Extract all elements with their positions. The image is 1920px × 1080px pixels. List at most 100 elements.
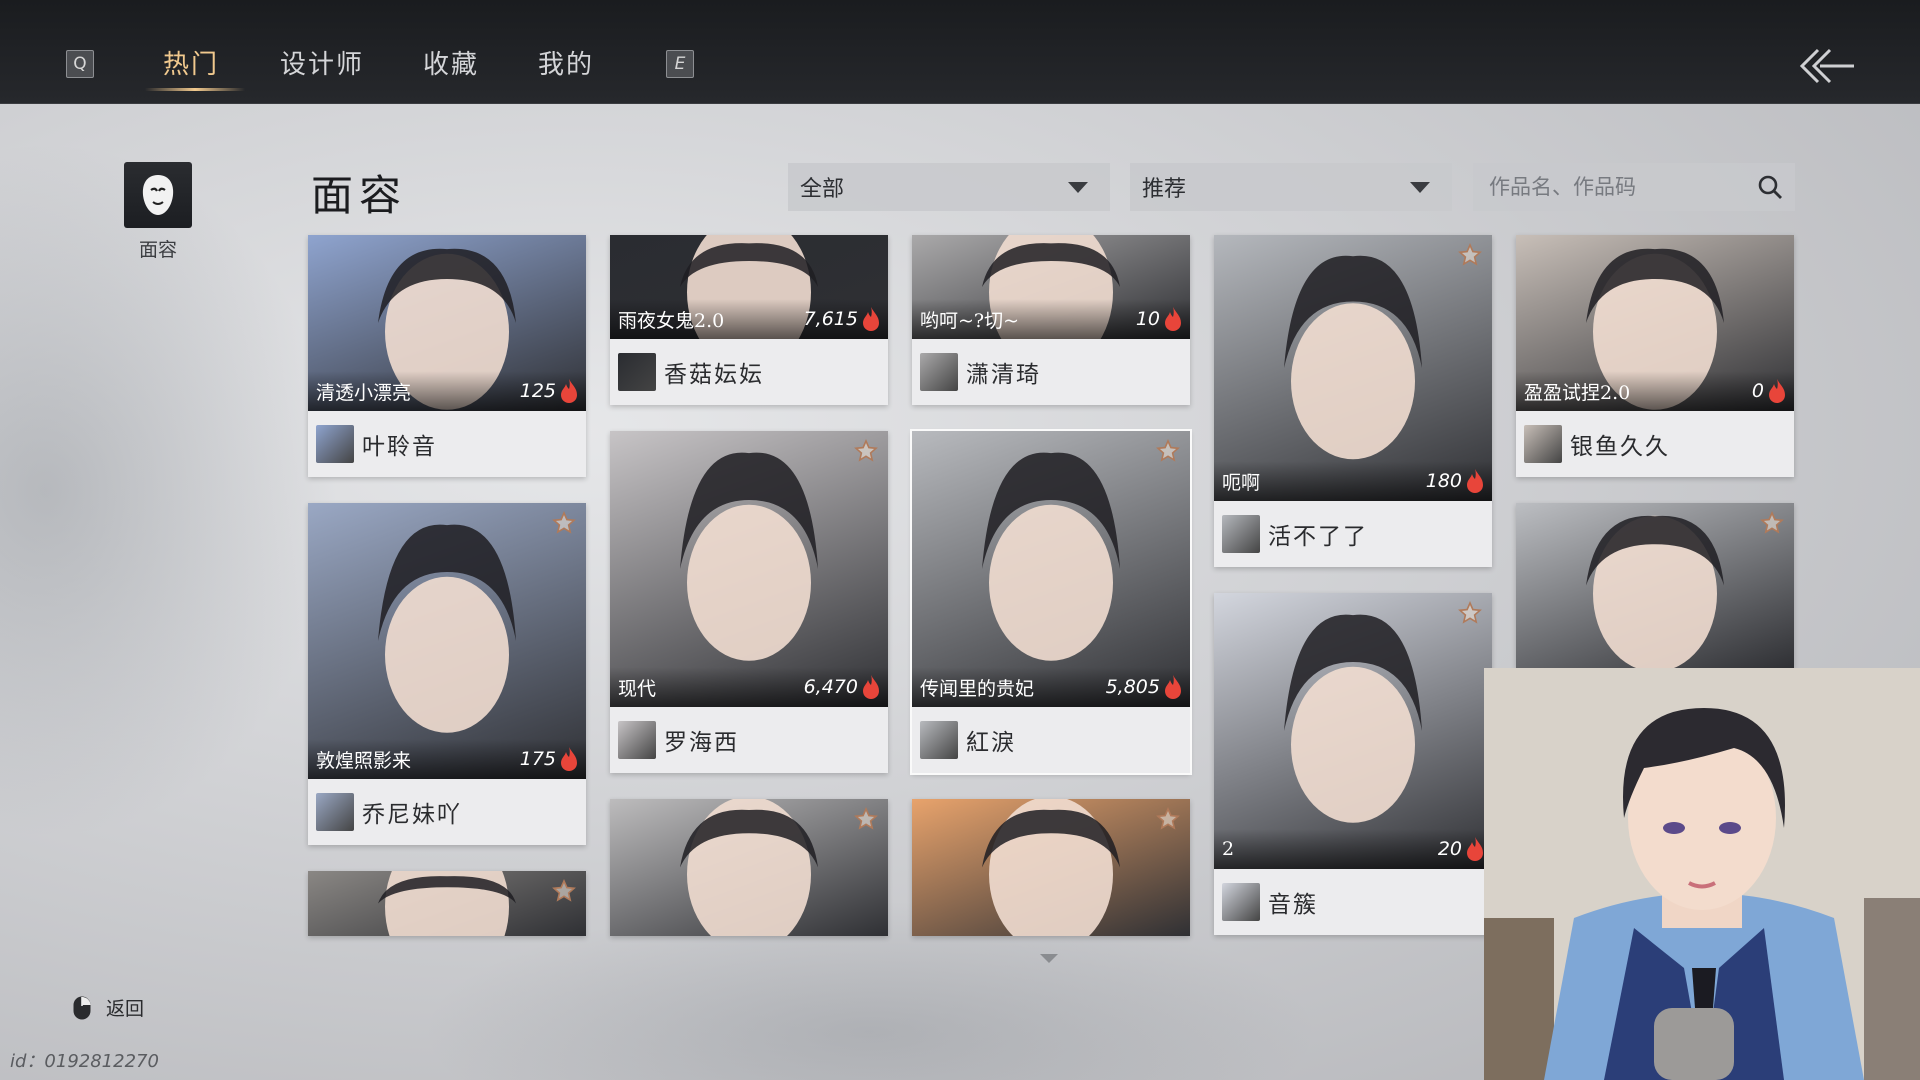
page-title: 面容 bbox=[311, 171, 408, 220]
back-arrow-icon[interactable] bbox=[1796, 44, 1856, 88]
popularity-count: 0 bbox=[1751, 380, 1764, 402]
designer-row[interactable]: 潇清琦 bbox=[912, 339, 1190, 405]
work-name: 呃啊 bbox=[1222, 471, 1261, 494]
designer-avatar[interactable] bbox=[1524, 425, 1562, 463]
back-hint[interactable]: 返回 bbox=[72, 994, 144, 1021]
work-thumbnail: 哟呵~?切~ 10 bbox=[912, 235, 1190, 339]
favorite-star-icon[interactable] bbox=[552, 879, 576, 903]
flame-icon bbox=[1165, 307, 1181, 331]
work-card[interactable]: 传闻里的贵妃 5,805 紅淚 bbox=[910, 429, 1192, 775]
flame-icon bbox=[1467, 837, 1483, 861]
tab-hot[interactable]: 热门 bbox=[163, 44, 219, 81]
flame-icon bbox=[863, 675, 879, 699]
popularity-count: 7,615 bbox=[803, 308, 858, 330]
designer-row[interactable]: 香菇妘妘 bbox=[610, 339, 888, 405]
work-card[interactable]: 呃啊 180 活不了了 bbox=[1214, 235, 1492, 567]
work-card[interactable]: 盈盈试捏2.0 0 银鱼久久 bbox=[1516, 235, 1794, 477]
work-info-overlay: 盈盈试捏2.0 0 bbox=[1516, 371, 1794, 411]
work-info-overlay: 敦煌照影来 175 bbox=[308, 739, 586, 779]
chevron-down-icon bbox=[1410, 182, 1430, 193]
work-card[interactable] bbox=[912, 799, 1190, 936]
work-card[interactable] bbox=[610, 799, 888, 936]
tab-favorites[interactable]: 收藏 bbox=[423, 44, 479, 81]
work-card[interactable] bbox=[1516, 503, 1794, 668]
designer-name: 紅淚 bbox=[966, 730, 1016, 756]
work-thumbnail bbox=[308, 871, 586, 936]
designer-avatar[interactable] bbox=[618, 353, 656, 391]
active-tab-underline bbox=[145, 88, 245, 91]
favorite-star-icon[interactable] bbox=[854, 807, 878, 831]
work-name: 传闻里的贵妃 bbox=[920, 677, 1035, 700]
tab-designers[interactable]: 设计师 bbox=[280, 44, 364, 81]
mouse-icon bbox=[73, 996, 91, 1019]
work-info-overlay: 哟呵~?切~ 10 bbox=[912, 299, 1190, 339]
flame-icon bbox=[1165, 675, 1181, 699]
work-name: 雨夜女鬼2.0 bbox=[618, 309, 725, 332]
work-card[interactable]: 哟呵~?切~ 10 潇清琦 bbox=[912, 235, 1190, 405]
popularity-count: 6,470 bbox=[803, 676, 858, 698]
search-input[interactable] bbox=[1489, 171, 1739, 203]
streamer-webcam-overlay bbox=[1484, 668, 1920, 1080]
designer-name: 银鱼久久 bbox=[1570, 434, 1670, 460]
work-thumbnail: 2 20 bbox=[1214, 593, 1492, 869]
work-info-overlay: 传闻里的贵妃 5,805 bbox=[912, 667, 1190, 707]
work-info-overlay: 现代 6,470 bbox=[610, 667, 888, 707]
designer-row[interactable]: 音簇 bbox=[1214, 869, 1492, 935]
designer-avatar[interactable] bbox=[920, 353, 958, 391]
tab-mine[interactable]: 我的 bbox=[538, 44, 594, 81]
category-dropdown[interactable]: 全部 bbox=[788, 163, 1110, 211]
work-card[interactable]: 现代 6,470 罗海西 bbox=[610, 431, 888, 773]
work-thumbnail: 敦煌照影来 175 bbox=[308, 503, 586, 779]
designer-avatar[interactable] bbox=[618, 721, 656, 759]
work-card[interactable] bbox=[308, 871, 586, 936]
favorite-star-icon[interactable] bbox=[854, 439, 878, 463]
favorite-star-icon[interactable] bbox=[1458, 601, 1482, 625]
designer-name: 罗海西 bbox=[664, 730, 739, 756]
work-card[interactable]: 雨夜女鬼2.0 7,615 香菇妘妘 bbox=[610, 235, 888, 405]
popularity-count: 10 bbox=[1135, 308, 1160, 330]
work-thumbnail: 清透小漂亮 125 bbox=[308, 235, 586, 411]
designer-row[interactable]: 叶聆音 bbox=[308, 411, 586, 477]
work-thumbnail: 呃啊 180 bbox=[1214, 235, 1492, 501]
work-info-overlay: 雨夜女鬼2.0 7,615 bbox=[610, 299, 888, 339]
flame-icon bbox=[1769, 379, 1785, 403]
designer-name: 叶聆音 bbox=[362, 434, 437, 460]
work-thumbnail: 盈盈试捏2.0 0 bbox=[1516, 235, 1794, 411]
face-category-button[interactable] bbox=[124, 162, 192, 228]
next-tab-key-hint: E bbox=[666, 50, 694, 78]
designer-row[interactable]: 乔尼妹吖 bbox=[308, 779, 586, 845]
favorite-star-icon[interactable] bbox=[1156, 439, 1180, 463]
designer-avatar[interactable] bbox=[316, 425, 354, 463]
designer-row[interactable]: 活不了了 bbox=[1214, 501, 1492, 567]
work-card[interactable]: 清透小漂亮 125 叶聆音 bbox=[308, 235, 586, 477]
designer-row[interactable]: 罗海西 bbox=[610, 707, 888, 773]
designer-avatar[interactable] bbox=[1222, 883, 1260, 921]
work-name: 2 bbox=[1222, 838, 1235, 860]
favorite-star-icon[interactable] bbox=[1760, 511, 1784, 535]
prev-tab-key-hint: Q bbox=[66, 50, 94, 78]
work-name: 盈盈试捏2.0 bbox=[1524, 381, 1631, 404]
favorite-star-icon[interactable] bbox=[1156, 807, 1180, 831]
work-name: 现代 bbox=[618, 677, 657, 700]
work-card[interactable]: 敦煌照影来 175 乔尼妹吖 bbox=[308, 503, 586, 845]
popularity-count: 5,805 bbox=[1105, 676, 1160, 698]
top-nav-bar: Q 热门 设计师 收藏 我的 E bbox=[0, 0, 1920, 104]
back-label: 返回 bbox=[106, 998, 145, 1020]
work-name: 清透小漂亮 bbox=[316, 381, 412, 404]
popularity-count: 180 bbox=[1425, 470, 1462, 492]
favorite-star-icon[interactable] bbox=[1458, 243, 1482, 267]
designer-avatar[interactable] bbox=[920, 721, 958, 759]
sort-dropdown[interactable]: 推荐 bbox=[1130, 163, 1452, 211]
designer-row[interactable]: 紅淚 bbox=[912, 707, 1190, 773]
designer-avatar[interactable] bbox=[1222, 515, 1260, 553]
designer-name: 乔尼妹吖 bbox=[362, 802, 462, 828]
designer-row[interactable]: 银鱼久久 bbox=[1516, 411, 1794, 477]
category-dropdown-value: 全部 bbox=[800, 177, 845, 202]
favorite-star-icon[interactable] bbox=[552, 511, 576, 535]
search-icon[interactable] bbox=[1757, 174, 1783, 200]
work-card[interactable]: 2 20 音簇 bbox=[1214, 593, 1492, 935]
designer-name: 潇清琦 bbox=[966, 362, 1041, 388]
designer-avatar[interactable] bbox=[316, 793, 354, 831]
work-thumbnail bbox=[912, 799, 1190, 936]
flame-icon bbox=[1467, 469, 1483, 493]
